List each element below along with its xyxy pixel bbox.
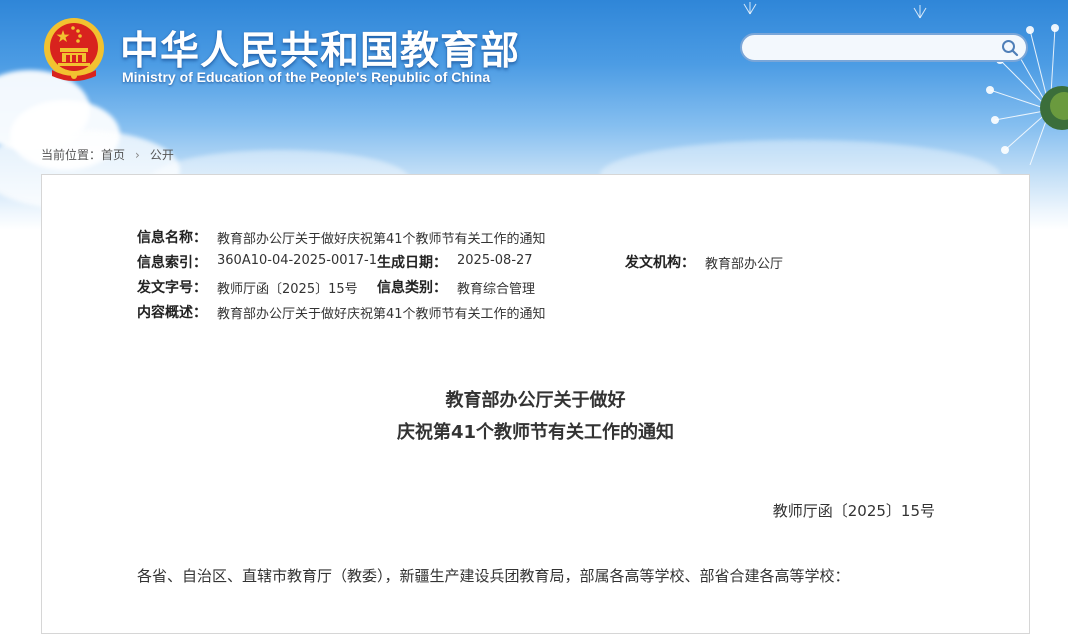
document-title-line-1: 教育部办公厅关于做好 — [445, 390, 626, 411]
category-value: 教育综合管理 — [457, 282, 536, 297]
search-box — [740, 33, 1028, 62]
document-title: 教育部办公厅关于做好 庆祝第41个教师节有关工作的通知 — [42, 385, 1029, 449]
info-name-value: 教育部办公厅关于做好庆祝第41个教师节有关工作的通知 — [217, 232, 546, 247]
dandelion-seed-decoration — [743, 2, 927, 19]
site-title: 中华人民共和国教育部 — [120, 29, 521, 74]
date-label: 生成日期： — [377, 255, 447, 271]
site-subtitle: Ministry of Education of the People's Re… — [122, 69, 491, 85]
doc-no-label: 发文字号： — [137, 280, 207, 296]
breadcrumb-prefix: 当前位置： — [41, 148, 102, 162]
breadcrumb-public-link[interactable]: 公开 — [150, 148, 174, 162]
date-value: 2025-08-27 — [457, 253, 533, 268]
issuer-value: 教育部办公厅 — [705, 257, 784, 272]
search-input[interactable] — [754, 38, 998, 60]
breadcrumb-home-link[interactable]: 首页 — [101, 148, 125, 162]
info-index-value: 360A10-04-2025-0017-1 — [217, 253, 377, 268]
breadcrumb: 当前位置：首页 › 公开 — [41, 146, 174, 163]
document-title-line-2: 庆祝第41个教师节有关工作的通知 — [396, 422, 675, 443]
doc-no-value: 教师厅函〔2025〕15号 — [217, 282, 358, 297]
article-container: 信息名称： 教育部办公厅关于做好庆祝第41个教师节有关工作的通知 信息索引： 3… — [41, 174, 1030, 634]
national-emblem-icon — [44, 18, 104, 81]
category-label: 信息类别： — [377, 280, 447, 296]
info-name-label: 信息名称： — [137, 230, 207, 246]
summary-label: 内容概述： — [137, 305, 207, 321]
summary-value: 教育部办公厅关于做好庆祝第41个教师节有关工作的通知 — [217, 307, 546, 322]
document-number: 教师厅函〔2025〕15号 — [772, 502, 935, 520]
info-index-label: 信息索引： — [137, 255, 207, 271]
search-icon — [1002, 40, 1019, 57]
document-salutation: 各省、自治区、直辖市教育厅（教委），新疆生产建设兵团教育局，部属各高等学校、部省… — [137, 567, 850, 585]
dandelion-decoration — [986, 24, 1068, 166]
breadcrumb-separator: › — [135, 148, 140, 162]
issuer-label: 发文机构： — [625, 255, 695, 271]
search-button[interactable] — [1000, 38, 1020, 58]
